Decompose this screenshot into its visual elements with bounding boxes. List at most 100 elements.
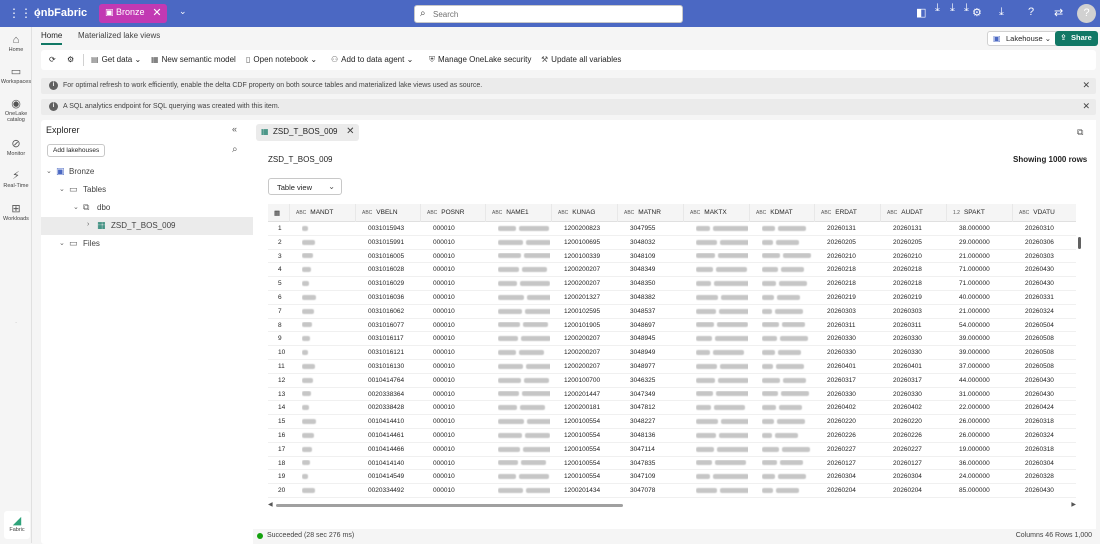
redacted-cell[interactable]: [762, 460, 813, 467]
table-row[interactable]: 4 0031016028 000010 1200200207 3048349 202602…: [268, 263, 1076, 278]
redacted-cell[interactable]: [498, 225, 550, 232]
table-row[interactable]: 9 0031016117 000010 1200200207 3048945 202603…: [268, 332, 1076, 347]
cell-spakt[interactable]: 39.000000: [959, 335, 1011, 342]
cell-erdat[interactable]: 20260303: [827, 308, 879, 315]
cell-posnr[interactable]: 000010: [433, 225, 484, 232]
scroll-right-icon[interactable]: ▶: [1071, 501, 1076, 508]
cell-matnr[interactable]: 3048109: [630, 253, 682, 260]
redacted-cell[interactable]: [696, 404, 748, 411]
cell-kunag[interactable]: 1200100554: [564, 432, 616, 439]
view-mode-dropdown[interactable]: Table view ⌄: [268, 178, 342, 195]
nav-monitor[interactable]: ⊘ Monitor: [0, 137, 32, 157]
cell-kunag[interactable]: 1200201447: [564, 391, 616, 398]
cell-erdat[interactable]: 20260311: [827, 322, 879, 329]
cell-spakt[interactable]: 26.000000: [959, 432, 1011, 439]
column-header-vdatu[interactable]: ABC VDATU: [1013, 204, 1076, 222]
gear-icon[interactable]: ⚙: [972, 6, 982, 19]
cell-kunag[interactable]: 1200201434: [564, 487, 616, 494]
table-row[interactable]: 6 0031016036 000010 1200201327 3048382 202602…: [268, 291, 1076, 305]
column-header-kdmat[interactable]: ABC KDMAT: [750, 204, 815, 222]
cell-audat[interactable]: 20260303: [893, 308, 945, 315]
fabric-home-button[interactable]: ◢ Fabric: [4, 511, 30, 539]
download-icon[interactable]: ⤓: [935, 2, 940, 15]
cell-audat[interactable]: 20260311: [893, 322, 945, 329]
redacted-cell[interactable]: [498, 294, 550, 301]
cell-erdat[interactable]: 20260210: [827, 253, 879, 260]
redacted-cell[interactable]: [498, 446, 550, 453]
chevron-down-icon[interactable]: ⌄: [59, 185, 65, 193]
cell-matnr[interactable]: 3047078: [630, 487, 682, 494]
redacted-cell[interactable]: [302, 377, 354, 384]
scroll-left-icon[interactable]: ◀: [268, 501, 273, 508]
cell-spakt[interactable]: 40.000000: [959, 294, 1011, 301]
table-row[interactable]: 7 0031016062 000010 1200102595 3048537 202603…: [268, 305, 1076, 319]
chevron-down-icon[interactable]: ⌄: [73, 203, 79, 211]
cell-spakt[interactable]: 31.000000: [959, 391, 1011, 398]
cell-vdatu[interactable]: 20260504: [1025, 322, 1076, 329]
help-icon[interactable]: ?: [1028, 6, 1034, 18]
cell-vbeln[interactable]: 0020338364: [368, 391, 419, 398]
cell-posnr[interactable]: 000010: [433, 308, 484, 315]
redacted-cell[interactable]: [696, 349, 748, 356]
cell-matnr[interactable]: 3047835: [630, 460, 682, 467]
cell-audat[interactable]: 20260210: [893, 253, 945, 260]
cell-spakt[interactable]: 54.000000: [959, 322, 1011, 329]
cell-spakt[interactable]: 26.000000: [959, 418, 1011, 425]
cell-erdat[interactable]: 20260131: [827, 225, 879, 232]
redacted-cell[interactable]: [696, 446, 748, 453]
open-notebook-button[interactable]: ▯ Open notebook ⌄: [246, 55, 317, 64]
chevron-down-icon[interactable]: ⌄: [59, 239, 65, 247]
redacted-cell[interactable]: [302, 225, 354, 232]
vertical-scrollbar[interactable]: [1078, 230, 1082, 260]
redacted-cell[interactable]: [762, 418, 813, 425]
table-row[interactable]: 20 0020334492 000010 1200201434 3047078 20260…: [268, 484, 1076, 498]
cell-audat[interactable]: 20260131: [893, 225, 945, 232]
redacted-cell[interactable]: [302, 308, 354, 315]
workspace-badge[interactable]: ▣ Bronze ✕: [99, 4, 167, 23]
cell-vdatu[interactable]: 20260508: [1025, 335, 1076, 342]
download-icon[interactable]: ⤓: [999, 6, 1004, 19]
redacted-cell[interactable]: [302, 349, 354, 356]
cell-kunag[interactable]: 1200200181: [564, 404, 616, 411]
redacted-cell[interactable]: [498, 487, 550, 494]
cell-erdat[interactable]: 20260205: [827, 239, 879, 246]
cell-vbeln[interactable]: 0031016117: [368, 335, 419, 342]
redacted-cell[interactable]: [498, 418, 550, 425]
table-row[interactable]: 5 0031016029 000010 1200200207 3048350 202602…: [268, 277, 1076, 291]
redacted-cell[interactable]: [302, 404, 354, 411]
redacted-cell[interactable]: [696, 418, 748, 425]
copy-icon[interactable]: ⧉: [1077, 127, 1083, 138]
cell-audat[interactable]: 20260227: [893, 446, 945, 453]
column-header-maktx[interactable]: ABC MAKTX: [684, 204, 750, 222]
redacted-cell[interactable]: [696, 239, 748, 246]
redacted-cell[interactable]: [762, 349, 813, 356]
redacted-cell[interactable]: [498, 473, 550, 480]
tab-home[interactable]: Home: [41, 31, 63, 45]
cell-audat[interactable]: 20260226: [893, 432, 945, 439]
cell-vdatu[interactable]: 20260318: [1025, 446, 1076, 453]
chevron-right-icon[interactable]: ›: [87, 221, 89, 228]
redacted-cell[interactable]: [762, 335, 813, 342]
cell-spakt[interactable]: 71.000000: [959, 280, 1011, 287]
column-header-mandt[interactable]: ABC MANDT: [290, 204, 356, 222]
cell-audat[interactable]: 20260304: [893, 473, 945, 480]
redacted-cell[interactable]: [302, 266, 354, 273]
redacted-cell[interactable]: [696, 473, 748, 480]
cell-matnr[interactable]: 3047349: [630, 391, 682, 398]
cell-vdatu[interactable]: 20260508: [1025, 349, 1076, 356]
grid-select-icon[interactable]: ▦: [268, 204, 290, 222]
cell-posnr[interactable]: 000010: [433, 487, 484, 494]
cell-vbeln[interactable]: 0031016130: [368, 363, 419, 370]
table-row[interactable]: 8 0031016077 000010 1200101905 3048697 202603…: [268, 319, 1076, 333]
cell-erdat[interactable]: 20260226: [827, 432, 879, 439]
cell-spakt[interactable]: 44.000000: [959, 377, 1011, 384]
cell-vbeln[interactable]: 0031015991: [368, 239, 419, 246]
lakehouse-mode-dropdown[interactable]: ▣ Lakehouse ⌄: [987, 31, 1059, 46]
get-data-button[interactable]: ▤ Get data ⌄: [91, 55, 141, 64]
cell-audat[interactable]: 20260219: [893, 294, 945, 301]
redacted-cell[interactable]: [696, 266, 748, 273]
cell-erdat[interactable]: 20260317: [827, 377, 879, 384]
redacted-cell[interactable]: [696, 308, 748, 315]
redacted-cell[interactable]: [498, 349, 550, 356]
cell-matnr[interactable]: 3048949: [630, 349, 682, 356]
